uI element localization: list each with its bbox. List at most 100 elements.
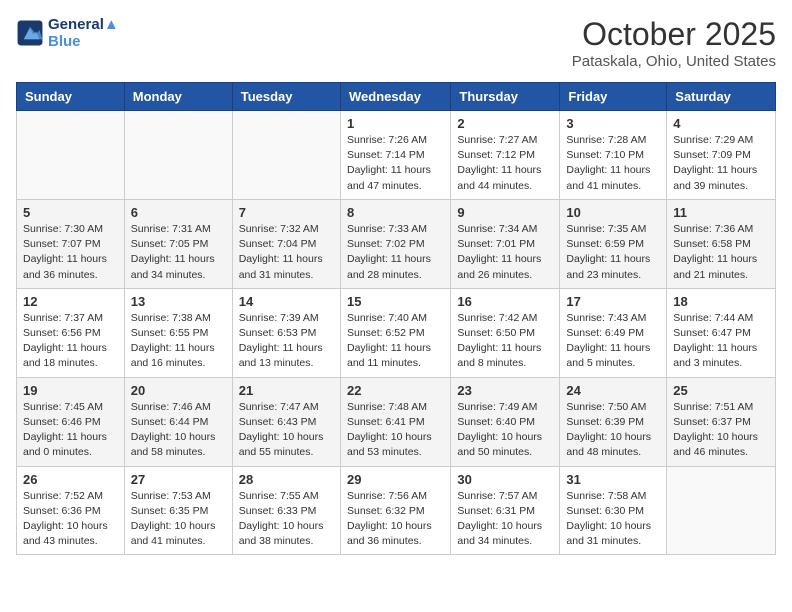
day-number: 24	[566, 383, 660, 398]
calendar-day: 10 Sunrise: 7:35 AM Sunset: 6:59 PM Dayli…	[560, 199, 667, 288]
day-info: Sunrise: 7:45 AM Sunset: 6:46 PM Dayligh…	[23, 400, 118, 461]
day-info: Sunrise: 7:58 AM Sunset: 6:30 PM Dayligh…	[566, 489, 660, 550]
day-number: 6	[131, 205, 226, 220]
calendar-day: 27Sunrise: 7:53 AM Sunset: 6:35 PM Dayli…	[124, 466, 232, 555]
calendar-day	[667, 466, 776, 555]
day-info: Sunrise: 7:27 AM Sunset: 7:12 PM Dayligh…	[457, 133, 553, 194]
calendar-day: 11 Sunrise: 7:36 AM Sunset: 6:58 PM Dayli…	[667, 199, 776, 288]
calendar-day: 6 Sunrise: 7:31 AM Sunset: 7:05 PM Daylig…	[124, 199, 232, 288]
day-number: 5	[23, 205, 118, 220]
day-info: Sunrise: 7:29 AM Sunset: 7:09 PM Dayligh…	[673, 133, 769, 194]
weekday-header-monday: Monday	[124, 83, 232, 111]
day-info: Sunrise: 7:33 AM Sunset: 7:02 PM Dayligh…	[347, 222, 444, 283]
calendar-day: 21Sunrise: 7:47 AM Sunset: 6:43 PM Dayli…	[232, 377, 340, 466]
month-title: October 2025	[572, 16, 776, 53]
day-info: Sunrise: 7:26 AM Sunset: 7:14 PM Dayligh…	[347, 133, 444, 194]
day-info: Sunrise: 7:28 AM Sunset: 7:10 PM Dayligh…	[566, 133, 660, 194]
calendar-header-row: SundayMondayTuesdayWednesdayThursdayFrid…	[17, 83, 776, 111]
calendar-day	[17, 111, 125, 200]
weekday-header-sunday: Sunday	[17, 83, 125, 111]
day-number: 12	[23, 294, 118, 309]
day-info: Sunrise: 7:56 AM Sunset: 6:32 PM Dayligh…	[347, 489, 444, 550]
day-info: Sunrise: 7:51 AM Sunset: 6:37 PM Dayligh…	[673, 400, 769, 461]
day-info: Sunrise: 7:55 AM Sunset: 6:33 PM Dayligh…	[239, 489, 334, 550]
day-number: 7	[239, 205, 334, 220]
day-number: 20	[131, 383, 226, 398]
weekday-header-saturday: Saturday	[667, 83, 776, 111]
calendar-table: SundayMondayTuesdayWednesdayThursdayFrid…	[16, 82, 776, 555]
calendar-day	[232, 111, 340, 200]
day-number: 1	[347, 116, 444, 131]
calendar-day: 7 Sunrise: 7:32 AM Sunset: 7:04 PM Daylig…	[232, 199, 340, 288]
calendar-day: 22 Sunrise: 7:48 AM Sunset: 6:41 PM Dayli…	[340, 377, 450, 466]
calendar-day: 28Sunrise: 7:55 AM Sunset: 6:33 PM Dayli…	[232, 466, 340, 555]
calendar-day: 2 Sunrise: 7:27 AM Sunset: 7:12 PM Daylig…	[451, 111, 560, 200]
day-number: 17	[566, 294, 660, 309]
day-info: Sunrise: 7:46 AM Sunset: 6:44 PM Dayligh…	[131, 400, 226, 461]
day-info: Sunrise: 7:49 AM Sunset: 6:40 PM Dayligh…	[457, 400, 553, 461]
day-number: 3	[566, 116, 660, 131]
calendar-week-2: 5 Sunrise: 7:30 AM Sunset: 7:07 PM Daylig…	[17, 199, 776, 288]
day-info: Sunrise: 7:30 AM Sunset: 7:07 PM Dayligh…	[23, 222, 118, 283]
day-number: 11	[673, 205, 769, 220]
day-number: 10	[566, 205, 660, 220]
calendar-day: 8 Sunrise: 7:33 AM Sunset: 7:02 PM Daylig…	[340, 199, 450, 288]
weekday-header-tuesday: Tuesday	[232, 83, 340, 111]
weekday-header-thursday: Thursday	[451, 83, 560, 111]
day-info: Sunrise: 7:50 AM Sunset: 6:39 PM Dayligh…	[566, 400, 660, 461]
day-number: 30	[457, 472, 553, 487]
location: Pataskala, Ohio, United States	[572, 53, 776, 70]
day-info: Sunrise: 7:40 AM Sunset: 6:52 PM Dayligh…	[347, 311, 444, 372]
calendar-day: 14 Sunrise: 7:39 AM Sunset: 6:53 PM Dayli…	[232, 288, 340, 377]
day-number: 22	[347, 383, 444, 398]
day-info: Sunrise: 7:48 AM Sunset: 6:41 PM Dayligh…	[347, 400, 444, 461]
day-number: 23	[457, 383, 553, 398]
day-info: Sunrise: 7:44 AM Sunset: 6:47 PM Dayligh…	[673, 311, 769, 372]
day-number: 4	[673, 116, 769, 131]
logo-icon	[16, 19, 44, 47]
day-number: 8	[347, 205, 444, 220]
day-info: Sunrise: 7:57 AM Sunset: 6:31 PM Dayligh…	[457, 489, 553, 550]
calendar-day: 30 Sunrise: 7:57 AM Sunset: 6:31 PM Dayli…	[451, 466, 560, 555]
calendar-week-1: 1 Sunrise: 7:26 AM Sunset: 7:14 PM Daylig…	[17, 111, 776, 200]
calendar-day: 3 Sunrise: 7:28 AM Sunset: 7:10 PM Daylig…	[560, 111, 667, 200]
day-info: Sunrise: 7:39 AM Sunset: 6:53 PM Dayligh…	[239, 311, 334, 372]
day-info: Sunrise: 7:31 AM Sunset: 7:05 PM Dayligh…	[131, 222, 226, 283]
calendar-day: 16Sunrise: 7:42 AM Sunset: 6:50 PM Dayli…	[451, 288, 560, 377]
day-number: 27	[131, 472, 226, 487]
calendar-day: 20 Sunrise: 7:46 AM Sunset: 6:44 PM Dayli…	[124, 377, 232, 466]
calendar-day: 23 Sunrise: 7:49 AM Sunset: 6:40 PM Dayli…	[451, 377, 560, 466]
day-number: 9	[457, 205, 553, 220]
day-info: Sunrise: 7:32 AM Sunset: 7:04 PM Dayligh…	[239, 222, 334, 283]
day-number: 15	[347, 294, 444, 309]
calendar-day: 24 Sunrise: 7:50 AM Sunset: 6:39 PM Dayli…	[560, 377, 667, 466]
calendar-day: 5 Sunrise: 7:30 AM Sunset: 7:07 PM Daylig…	[17, 199, 125, 288]
calendar-day: 9 Sunrise: 7:34 AM Sunset: 7:01 PM Daylig…	[451, 199, 560, 288]
calendar-day: 26Sunrise: 7:52 AM Sunset: 6:36 PM Dayli…	[17, 466, 125, 555]
day-number: 18	[673, 294, 769, 309]
day-info: Sunrise: 7:36 AM Sunset: 6:58 PM Dayligh…	[673, 222, 769, 283]
day-number: 14	[239, 294, 334, 309]
day-info: Sunrise: 7:43 AM Sunset: 6:49 PM Dayligh…	[566, 311, 660, 372]
calendar-day: 17 Sunrise: 7:43 AM Sunset: 6:49 PM Dayli…	[560, 288, 667, 377]
calendar-day: 19Sunrise: 7:45 AM Sunset: 6:46 PM Dayli…	[17, 377, 125, 466]
day-info: Sunrise: 7:52 AM Sunset: 6:36 PM Dayligh…	[23, 489, 118, 550]
day-info: Sunrise: 7:37 AM Sunset: 6:56 PM Dayligh…	[23, 311, 118, 372]
calendar-day: 15 Sunrise: 7:40 AM Sunset: 6:52 PM Dayli…	[340, 288, 450, 377]
calendar-day: 12 Sunrise: 7:37 AM Sunset: 6:56 PM Dayli…	[17, 288, 125, 377]
day-number: 2	[457, 116, 553, 131]
calendar-day	[124, 111, 232, 200]
day-number: 16	[457, 294, 553, 309]
calendar-day: 4 Sunrise: 7:29 AM Sunset: 7:09 PM Daylig…	[667, 111, 776, 200]
day-number: 31	[566, 472, 660, 487]
weekday-header-friday: Friday	[560, 83, 667, 111]
calendar-day: 18 Sunrise: 7:44 AM Sunset: 6:47 PM Dayli…	[667, 288, 776, 377]
calendar-day: 29 Sunrise: 7:56 AM Sunset: 6:32 PM Dayli…	[340, 466, 450, 555]
day-info: Sunrise: 7:35 AM Sunset: 6:59 PM Dayligh…	[566, 222, 660, 283]
calendar-week-3: 12 Sunrise: 7:37 AM Sunset: 6:56 PM Dayli…	[17, 288, 776, 377]
weekday-header-wednesday: Wednesday	[340, 83, 450, 111]
day-info: Sunrise: 7:47 AM Sunset: 6:43 PM Dayligh…	[239, 400, 334, 461]
day-info: Sunrise: 7:34 AM Sunset: 7:01 PM Dayligh…	[457, 222, 553, 283]
day-number: 29	[347, 472, 444, 487]
calendar-week-4: 19Sunrise: 7:45 AM Sunset: 6:46 PM Dayli…	[17, 377, 776, 466]
